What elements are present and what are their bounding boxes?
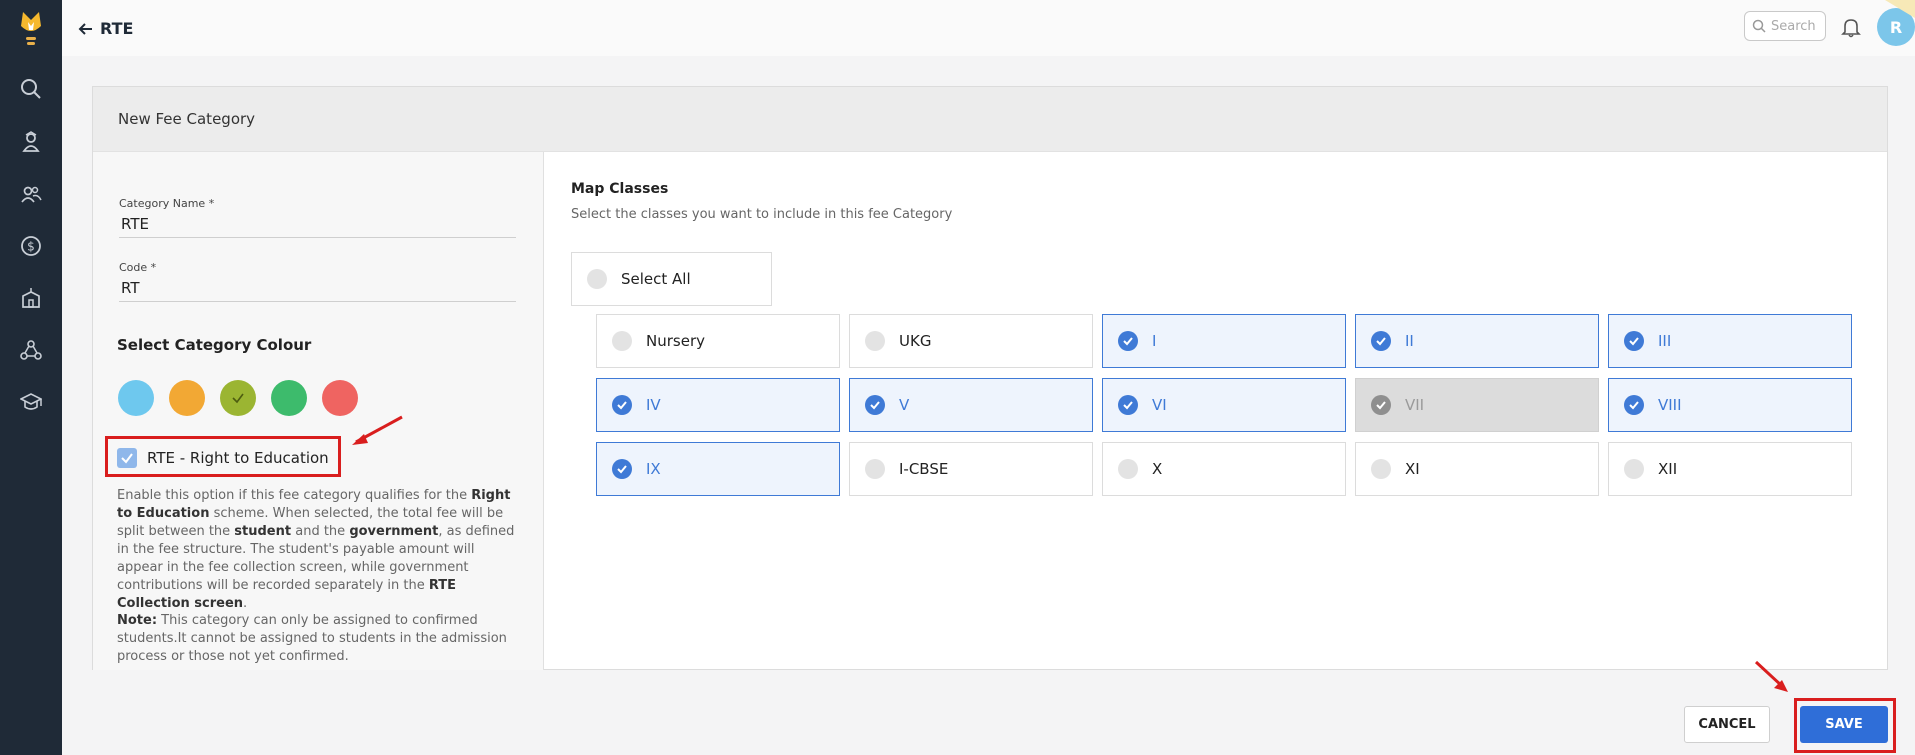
class-option-label: I-CBSE xyxy=(899,460,949,478)
rte-description: Enable this option if this fee category … xyxy=(117,488,515,611)
category-details-panel: Category Name * Code * Select Category C… xyxy=(93,152,544,670)
rte-checkbox[interactable]: RTE - Right to Education xyxy=(107,438,344,478)
radio-unchecked-icon xyxy=(612,331,632,351)
annotation-arrow-icon xyxy=(352,415,403,445)
cancel-button[interactable]: CANCEL xyxy=(1684,706,1770,743)
search-icon xyxy=(1752,19,1766,33)
check-circle-icon xyxy=(612,395,632,415)
fee-category-card: New Fee Category Category Name * Code * … xyxy=(92,86,1888,670)
code-label: Code * xyxy=(119,261,157,274)
colour-swatch[interactable] xyxy=(118,380,154,416)
save-button[interactable]: SAVE xyxy=(1800,706,1888,743)
class-option-label: XI xyxy=(1405,460,1420,478)
check-circle-icon xyxy=(1624,395,1644,415)
map-classes-title: Map Classes xyxy=(571,181,669,197)
check-circle-icon xyxy=(1371,395,1391,415)
logo-icon[interactable] xyxy=(14,8,48,48)
class-option[interactable]: IV xyxy=(596,378,840,432)
rte-note: Note: This category can only be assigned… xyxy=(117,613,507,664)
bell-icon[interactable] xyxy=(1840,16,1862,38)
category-name-field: Category Name * xyxy=(119,197,516,238)
class-option[interactable]: UKG xyxy=(849,314,1093,368)
checkmark-icon xyxy=(232,393,244,404)
check-circle-icon xyxy=(612,459,632,479)
check-circle-icon xyxy=(865,395,885,415)
search-icon[interactable] xyxy=(19,77,43,101)
select-all-option[interactable]: Select All xyxy=(571,252,772,306)
people-icon[interactable] xyxy=(19,182,43,206)
radio-unchecked-icon xyxy=(865,459,885,479)
class-option[interactable]: Nursery xyxy=(596,314,840,368)
colour-swatch[interactable] xyxy=(220,380,256,416)
graduation-icon[interactable] xyxy=(19,390,43,414)
sidebar: $ xyxy=(0,0,62,755)
rte-checkbox-label: RTE - Right to Education xyxy=(147,449,329,467)
class-option-label: UKG xyxy=(899,332,932,350)
class-option[interactable]: II xyxy=(1355,314,1599,368)
student-icon[interactable] xyxy=(19,130,43,154)
colour-swatch[interactable] xyxy=(271,380,307,416)
class-option[interactable]: V xyxy=(849,378,1093,432)
annotation-arrow-icon xyxy=(1754,660,1788,692)
class-option-label: VII xyxy=(1405,396,1425,414)
category-name-input[interactable] xyxy=(119,210,516,237)
network-icon[interactable] xyxy=(19,338,43,362)
colour-section-title: Select Category Colour xyxy=(117,336,312,354)
checkbox-checked-icon xyxy=(117,448,137,468)
class-option-label: X xyxy=(1152,460,1163,478)
code-input[interactable] xyxy=(119,274,516,301)
select-all-label: Select All xyxy=(621,270,691,288)
class-option[interactable]: VI xyxy=(1102,378,1346,432)
radio-unchecked-icon xyxy=(587,269,607,289)
check-circle-icon xyxy=(1371,331,1391,351)
class-option[interactable]: IX xyxy=(596,442,840,496)
back-button[interactable]: RTE xyxy=(78,19,133,38)
top-header: RTE R xyxy=(62,0,1915,56)
fees-icon[interactable]: $ xyxy=(19,234,43,258)
class-option-label: VIII xyxy=(1658,396,1682,414)
search-input[interactable] xyxy=(1771,18,1821,34)
radio-unchecked-icon xyxy=(1624,459,1644,479)
map-classes-subtitle: Select the classes you want to include i… xyxy=(571,207,953,222)
class-option[interactable]: I-CBSE xyxy=(849,442,1093,496)
radio-unchecked-icon xyxy=(1118,459,1138,479)
check-circle-icon xyxy=(1118,331,1138,351)
category-name-label: Category Name * xyxy=(119,197,215,210)
class-option-label: III xyxy=(1658,332,1672,350)
search-box[interactable] xyxy=(1744,11,1826,41)
class-option-label: IX xyxy=(646,460,661,478)
code-field: Code * xyxy=(119,261,516,302)
radio-unchecked-icon xyxy=(1371,459,1391,479)
corner-decoration xyxy=(1875,0,1915,20)
colour-swatch[interactable] xyxy=(169,380,205,416)
class-option-label: VI xyxy=(1152,396,1167,414)
map-classes-panel: Map Classes Select the classes you want … xyxy=(544,152,1887,670)
radio-unchecked-icon xyxy=(865,331,885,351)
check-circle-icon xyxy=(1118,395,1138,415)
class-option-label: XII xyxy=(1658,460,1678,478)
class-option[interactable]: XII xyxy=(1608,442,1852,496)
class-option[interactable]: VIII xyxy=(1608,378,1852,432)
class-option[interactable]: I xyxy=(1102,314,1346,368)
class-option-label: II xyxy=(1405,332,1414,350)
class-option[interactable]: XI xyxy=(1355,442,1599,496)
class-option-label: V xyxy=(899,396,910,414)
card-title: New Fee Category xyxy=(93,87,1887,152)
page-title: RTE xyxy=(100,19,134,38)
class-option[interactable]: III xyxy=(1608,314,1852,368)
arrow-left-icon xyxy=(78,22,92,35)
class-option-label: Nursery xyxy=(646,332,705,350)
school-icon[interactable] xyxy=(19,286,43,310)
class-option-label: I xyxy=(1152,332,1157,350)
class-option-label: IV xyxy=(646,396,661,414)
class-option[interactable]: X xyxy=(1102,442,1346,496)
class-option[interactable]: VII xyxy=(1355,378,1599,432)
svg-text:$: $ xyxy=(27,240,35,254)
check-circle-icon xyxy=(1624,331,1644,351)
